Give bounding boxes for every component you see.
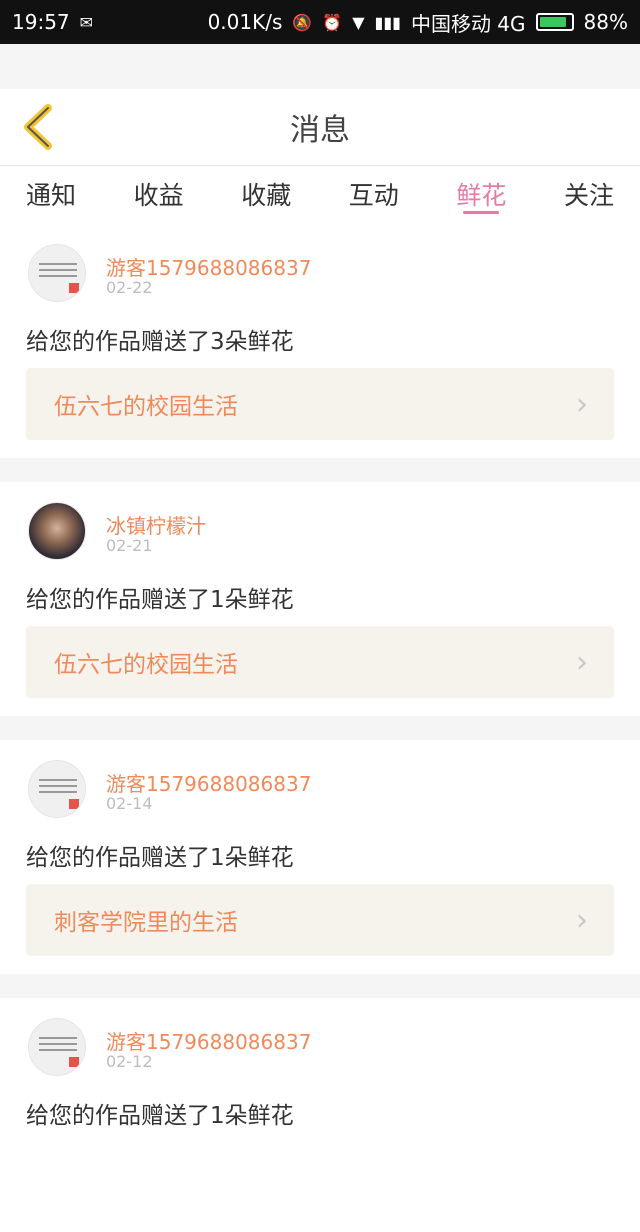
avatar-text-lines	[39, 263, 77, 281]
battery-icon	[535, 13, 574, 31]
tab-flowers[interactable]: 鲜花	[456, 166, 506, 224]
work-link[interactable]: 伍六七的校园生活 ›	[26, 368, 614, 440]
status-right: 0.01K/s 🔕 ⏰ ▼ ▮▮▮ 中国移动 4G 88%	[208, 8, 628, 37]
tab-earnings[interactable]: 收益	[134, 166, 184, 224]
work-title: 伍六七的校园生活	[54, 394, 238, 420]
chevron-right-icon: ›	[576, 386, 588, 422]
mute-icon: 🔕	[292, 12, 313, 32]
message-card: 游客1579688086837 02-22 给您的作品赠送了3朵鲜花伍六七的校园生活…	[0, 224, 640, 458]
message-date: 02-22	[106, 278, 153, 297]
wifi-icon: ▼	[352, 12, 365, 32]
user-name[interactable]: 游客1579688086837	[106, 252, 311, 281]
tab-favorites[interactable]: 收藏	[241, 166, 291, 224]
avatar[interactable]	[28, 502, 86, 560]
work-title: 伍六七的校园生活	[54, 652, 238, 678]
tab-interaction[interactable]: 互动	[349, 166, 399, 224]
top-spacer	[0, 44, 640, 89]
chevron-left-icon	[24, 104, 52, 150]
message-date: 02-12	[106, 1052, 153, 1071]
avatar-text-lines	[39, 779, 77, 797]
status-bar: 19:57 ✉ 0.01K/s 🔕 ⏰ ▼ ▮▮▮ 中国移动 4G 88%	[0, 0, 640, 44]
work-title: 刺客学院里的生活	[54, 910, 238, 936]
battery-fill	[539, 17, 566, 27]
user-name[interactable]: 游客1579688086837	[106, 1026, 311, 1055]
message-text: 给您的作品赠送了1朵鲜花	[26, 587, 294, 613]
status-left: 19:57 ✉	[12, 10, 93, 34]
avatar[interactable]	[28, 244, 86, 302]
alarm-icon: ⏰	[322, 12, 343, 32]
back-button[interactable]	[14, 103, 62, 151]
signal-icon: ▮▮▮	[374, 12, 401, 32]
user-name[interactable]: 冰镇柠檬汁	[106, 510, 206, 539]
notification-icon: ✉	[79, 12, 94, 32]
network-speed: 0.01K/s	[207, 10, 283, 34]
tab-bar: 通知 收益 收藏 互动 鲜花 关注	[0, 166, 640, 224]
avatar-badge	[69, 283, 79, 293]
avatar-badge	[69, 799, 79, 809]
app-header: 消息	[0, 89, 640, 166]
chevron-right-icon: ›	[576, 902, 588, 938]
avatar-text-lines	[39, 1037, 77, 1055]
tab-notice[interactable]: 通知	[26, 166, 76, 224]
message-text: 给您的作品赠送了1朵鲜花	[26, 845, 294, 871]
avatar[interactable]	[28, 760, 86, 818]
status-time: 19:57	[12, 10, 70, 34]
message-card: 游客1579688086837 02-14 给您的作品赠送了1朵鲜花刺客学院里的生活…	[0, 740, 640, 974]
battery-percent: 88%	[583, 10, 628, 34]
work-link[interactable]: 伍六七的校园生活 ›	[26, 626, 614, 698]
message-card: 冰镇柠檬汁 02-21 给您的作品赠送了1朵鲜花伍六七的校园生活 ›	[0, 482, 640, 716]
message-list: 游客1579688086837 02-22 给您的作品赠送了3朵鲜花 伍六七的校园生活…	[0, 224, 640, 1232]
message-date: 02-21	[106, 536, 153, 555]
page-title: 消息	[290, 113, 350, 148]
user-name[interactable]: 游客1579688086837	[106, 768, 311, 797]
carrier: 中国移动 4G	[410, 11, 526, 36]
message-date: 02-14	[106, 794, 153, 813]
tab-follow[interactable]: 关注	[564, 166, 614, 224]
avatar-badge	[69, 1057, 79, 1067]
work-link[interactable]: 刺客学院里的生活 ›	[26, 884, 614, 956]
message-card: 游客1579688086837 02-12 给您的作品赠送了1朵鲜花	[0, 998, 640, 1232]
message-text: 给您的作品赠送了1朵鲜花	[26, 1103, 294, 1129]
chevron-right-icon: ›	[576, 644, 588, 680]
avatar[interactable]	[28, 1018, 86, 1076]
message-text: 给您的作品赠送了3朵鲜花	[26, 329, 294, 355]
